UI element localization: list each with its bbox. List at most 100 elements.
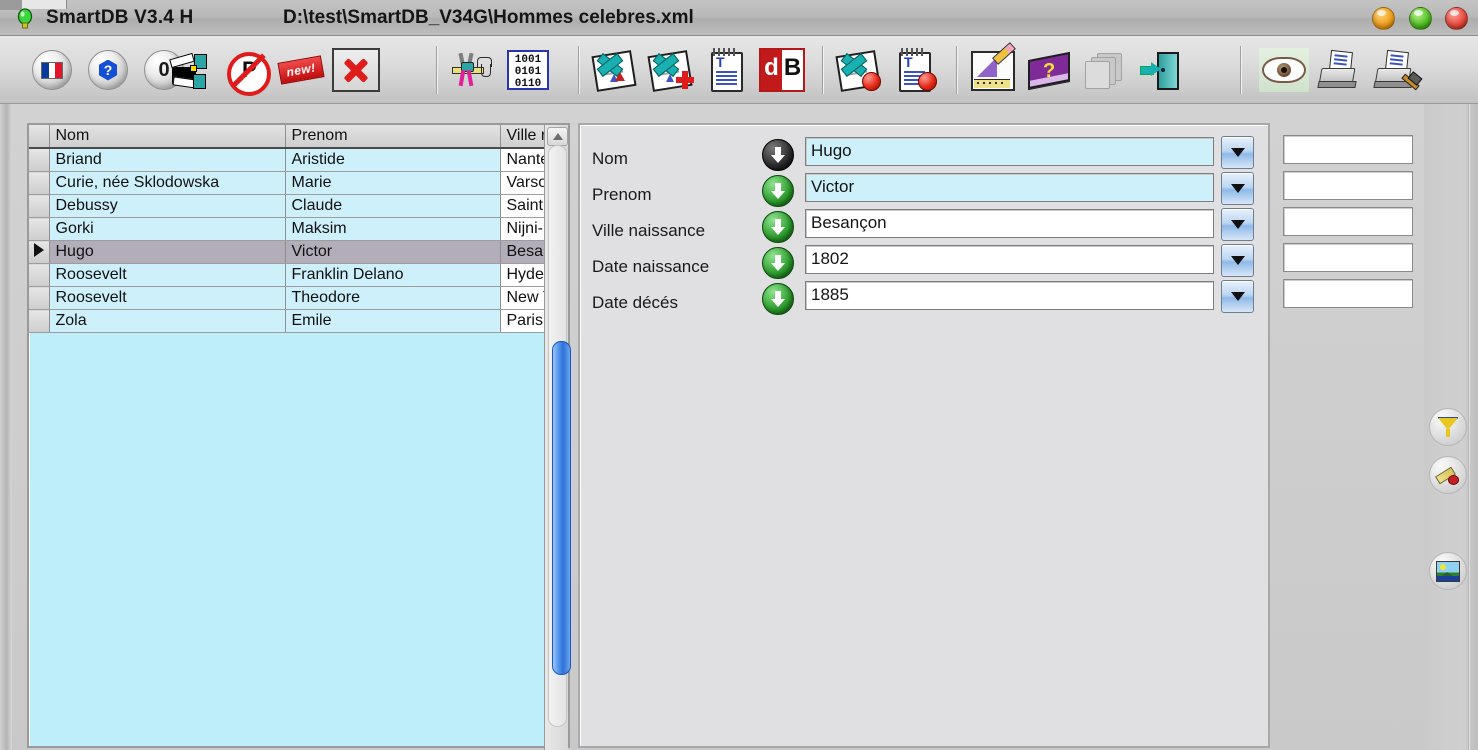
window-controls: [1363, 7, 1468, 30]
field-input-prenom[interactable]: Victor: [805, 173, 1214, 202]
toolbar-separator: [956, 46, 958, 94]
scroll-up-button[interactable]: [547, 127, 568, 146]
no-parking-button[interactable]: P: [218, 44, 270, 96]
cell-prenom[interactable]: Emile: [285, 310, 500, 333]
column-header-ville[interactable]: Ville na: [500, 125, 547, 148]
row-indicator[interactable]: [29, 310, 49, 333]
cell-prenom[interactable]: Theodore: [285, 287, 500, 310]
delete-text-button[interactable]: T: [888, 44, 940, 96]
column-header-indicator[interactable]: [29, 125, 49, 148]
close-button[interactable]: [1445, 7, 1468, 30]
lookup-button-date-deces[interactable]: [762, 283, 794, 315]
cell-nom[interactable]: Briand: [49, 148, 285, 172]
extra-input-3[interactable]: [1283, 207, 1413, 236]
delete-record-button[interactable]: [330, 44, 382, 96]
exit-app-button[interactable]: [1134, 44, 1186, 96]
open-xml-button[interactable]: [588, 44, 640, 96]
table-row[interactable]: Zola Emile Paris: [29, 310, 547, 333]
cell-prenom[interactable]: Claude: [285, 195, 500, 218]
table-row[interactable]: Gorki Maksim Nijni-No: [29, 218, 547, 241]
scroll-thumb[interactable]: [552, 341, 571, 675]
cell-prenom[interactable]: Aristide: [285, 148, 500, 172]
cell-ville[interactable]: Nantes: [500, 148, 547, 172]
cell-nom[interactable]: Hugo: [49, 241, 285, 264]
design-mode-button[interactable]: [966, 44, 1018, 96]
structure-tool-button[interactable]: [446, 44, 498, 96]
row-indicator[interactable]: [29, 264, 49, 287]
field-dropdown-ville-naissance[interactable]: [1221, 208, 1254, 241]
table-header-row: Nom Prenom Ville na: [29, 125, 547, 148]
cell-nom[interactable]: Debussy: [49, 195, 285, 218]
cell-ville[interactable]: Hyde P: [500, 264, 547, 287]
table-row[interactable]: Briand Aristide Nantes: [29, 148, 547, 172]
cell-ville[interactable]: Paris: [500, 310, 547, 333]
cell-prenom[interactable]: Franklin Delano: [285, 264, 500, 287]
cell-ville[interactable]: Saint G: [500, 195, 547, 218]
cell-prenom[interactable]: Victor: [285, 241, 500, 264]
column-header-nom[interactable]: Nom: [49, 125, 285, 148]
lookup-button-prenom[interactable]: [762, 175, 794, 207]
field-input-ville-naissance[interactable]: Besançon: [805, 209, 1214, 238]
extra-input-5[interactable]: [1283, 279, 1413, 308]
table-row[interactable]: Debussy Claude Saint G: [29, 195, 547, 218]
field-input-date-naissance[interactable]: 1802: [805, 245, 1214, 274]
lookup-button-nom[interactable]: [762, 139, 794, 171]
cell-nom[interactable]: Roosevelt: [49, 287, 285, 310]
row-indicator[interactable]: [29, 148, 49, 172]
field-dropdown-date-deces[interactable]: [1221, 280, 1254, 313]
picture-button[interactable]: [1429, 552, 1467, 590]
field-input-date-deces[interactable]: 1885: [805, 281, 1214, 310]
filter-button[interactable]: [1429, 408, 1467, 446]
cell-prenom[interactable]: Maksim: [285, 218, 500, 241]
clear-button[interactable]: [1429, 456, 1467, 494]
cell-nom[interactable]: Zola: [49, 310, 285, 333]
row-indicator[interactable]: [29, 287, 49, 310]
database-button[interactable]: dB: [756, 44, 808, 96]
scroll-track[interactable]: [548, 145, 567, 727]
cell-nom[interactable]: Curie, née Sklodowska: [49, 172, 285, 195]
row-indicator[interactable]: [29, 195, 49, 218]
row-indicator[interactable]: [29, 172, 49, 195]
extra-input-2[interactable]: [1283, 171, 1413, 200]
paste-exchange-button[interactable]: [162, 44, 214, 96]
column-header-prenom[interactable]: Prenom: [285, 125, 500, 148]
table-row[interactable]: Roosevelt Franklin Delano Hyde P: [29, 264, 547, 287]
lookup-button-date-naissance[interactable]: [762, 247, 794, 279]
field-dropdown-date-naissance[interactable]: [1221, 244, 1254, 277]
cell-ville[interactable]: Besanç: [500, 241, 547, 264]
new-xml-button[interactable]: [644, 44, 696, 96]
cell-ville[interactable]: Nijni-No: [500, 218, 547, 241]
cell-prenom[interactable]: Marie: [285, 172, 500, 195]
delete-xml-button[interactable]: [832, 44, 884, 96]
grid-vertical-scrollbar[interactable]: [544, 125, 568, 750]
text-notepad-button[interactable]: T: [700, 44, 752, 96]
records-grid-inner: Nom Prenom Ville na Briand Aristide Nant…: [29, 125, 547, 750]
download-arrow-icon: [771, 147, 785, 163]
minimize-button[interactable]: [1372, 7, 1395, 30]
binary-view-button[interactable]: 100101010110: [502, 44, 554, 96]
field-dropdown-nom[interactable]: [1221, 136, 1254, 169]
extra-input-4[interactable]: [1283, 243, 1413, 272]
print-button[interactable]: [1314, 44, 1366, 96]
maximize-button[interactable]: [1409, 7, 1432, 30]
language-flag-button[interactable]: [26, 44, 78, 96]
lookup-button-ville-naissance[interactable]: [762, 211, 794, 243]
field-dropdown-prenom[interactable]: [1221, 172, 1254, 205]
print-setup-button[interactable]: [1370, 44, 1422, 96]
row-indicator[interactable]: [29, 218, 49, 241]
cell-ville[interactable]: New Yo: [500, 287, 547, 310]
table-row[interactable]: Curie, née Sklodowska Marie Varsov: [29, 172, 547, 195]
preview-button[interactable]: [1258, 44, 1310, 96]
help-book-button[interactable]: ?: [1022, 44, 1074, 96]
row-indicator-selected[interactable]: [29, 241, 49, 264]
new-tag-button[interactable]: new!: [274, 44, 326, 96]
extra-input-1[interactable]: [1283, 135, 1413, 164]
cell-nom[interactable]: Gorki: [49, 218, 285, 241]
help-about-button[interactable]: ?: [82, 44, 134, 96]
cell-ville[interactable]: Varsov: [500, 172, 547, 195]
table-row[interactable]: Roosevelt Theodore New Yo: [29, 287, 547, 310]
field-input-nom[interactable]: Hugo: [805, 137, 1214, 166]
copy-stack-button[interactable]: [1078, 44, 1130, 96]
cell-nom[interactable]: Roosevelt: [49, 264, 285, 287]
table-row-selected[interactable]: Hugo Victor Besanç: [29, 241, 547, 264]
